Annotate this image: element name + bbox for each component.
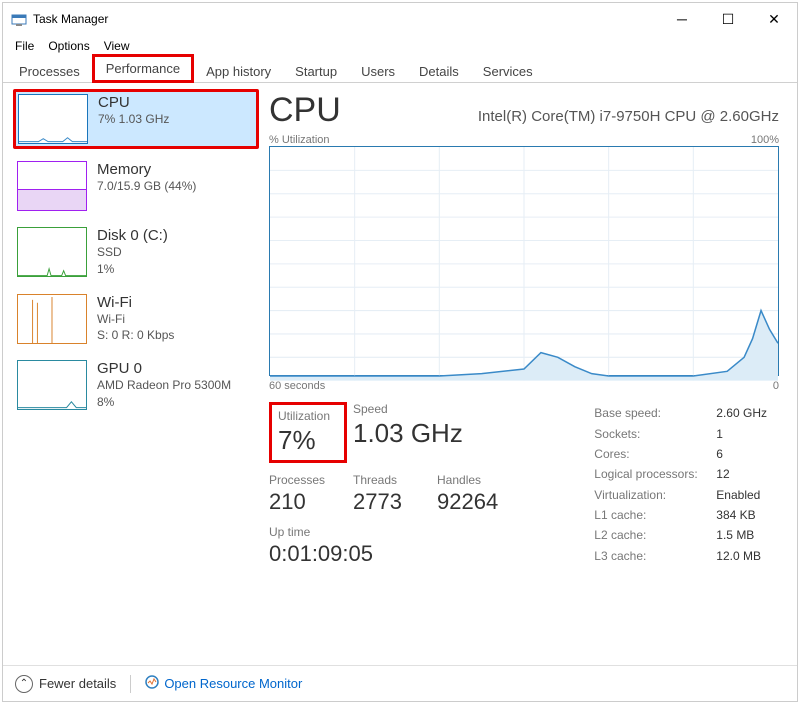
window-title: Task Manager — [33, 12, 108, 26]
wifi-title: Wi-Fi — [97, 294, 174, 311]
sidebar: CPU 7% 1.03 GHz Memory 7.0/15.9 GB (44%) — [3, 83, 263, 665]
footer: ⌃ Fewer details Open Resource Monitor — [3, 665, 797, 701]
page-title: CPU — [269, 91, 341, 130]
disk-title: Disk 0 (C:) — [97, 227, 168, 244]
memory-title: Memory — [97, 161, 196, 178]
stat-handles: Handles 92264 — [437, 473, 515, 515]
gpu-sub2: 8% — [97, 394, 231, 411]
app-icon — [11, 11, 27, 27]
wifi-sub1: Wi-Fi — [97, 311, 174, 328]
main-panel: CPU Intel(R) Core(TM) i7-9750H CPU @ 2.6… — [263, 83, 797, 665]
stat-uptime: Up time 0:01:09:05 — [269, 525, 373, 567]
stat-threads: Threads 2773 — [353, 473, 431, 515]
tab-app-history[interactable]: App history — [194, 59, 283, 83]
cpu-thumbnail — [18, 94, 88, 144]
sidebar-item-gpu[interactable]: GPU 0 AMD Radeon Pro 5300M 8% — [13, 356, 259, 415]
tab-users[interactable]: Users — [349, 59, 407, 83]
tab-services[interactable]: Services — [471, 59, 545, 83]
sidebar-item-disk[interactable]: Disk 0 (C:) SSD 1% — [13, 223, 259, 282]
gpu-title: GPU 0 — [97, 360, 231, 377]
stat-utilization: Utilization 7% — [269, 402, 347, 463]
minimize-button[interactable]: ─ — [659, 3, 705, 35]
sidebar-item-cpu[interactable]: CPU 7% 1.03 GHz — [13, 89, 259, 149]
tab-startup[interactable]: Startup — [283, 59, 349, 83]
sidebar-item-memory[interactable]: Memory 7.0/15.9 GB (44%) — [13, 157, 259, 215]
memory-thumbnail — [17, 161, 87, 211]
titlebar: Task Manager ─ ☐ ✕ — [3, 3, 797, 35]
close-button[interactable]: ✕ — [751, 3, 797, 35]
graph-y-max: 100% — [751, 134, 779, 146]
cpu-info-table: Base speed:2.60 GHz Sockets:1 Cores:6 Lo… — [592, 402, 779, 567]
gpu-thumbnail — [17, 360, 87, 410]
maximize-button[interactable]: ☐ — [705, 3, 751, 35]
divider — [130, 675, 131, 693]
tab-bar: Processes Performance App history Startu… — [3, 57, 797, 83]
task-manager-window: Task Manager ─ ☐ ✕ File Options View Pro… — [2, 2, 798, 702]
memory-sub: 7.0/15.9 GB (44%) — [97, 178, 196, 195]
chevron-up-icon: ⌃ — [15, 675, 33, 693]
cpu-sub: 7% 1.03 GHz — [98, 111, 169, 128]
fewer-details-button[interactable]: ⌃ Fewer details — [15, 675, 116, 693]
cpu-utilization-graph — [269, 146, 779, 376]
stat-speed: Speed 1.03 GHz — [353, 402, 463, 463]
sidebar-item-wifi[interactable]: Wi-Fi Wi-Fi S: 0 R: 0 Kbps — [13, 290, 259, 349]
disk-sub2: 1% — [97, 261, 168, 278]
gpu-sub1: AMD Radeon Pro 5300M — [97, 377, 231, 394]
disk-sub1: SSD — [97, 244, 168, 261]
graph-x-left: 60 seconds — [269, 380, 325, 392]
cpu-model-name: Intel(R) Core(TM) i7-9750H CPU @ 2.60GHz — [478, 108, 779, 125]
wifi-sub2: S: 0 R: 0 Kbps — [97, 327, 174, 344]
open-resource-monitor-link[interactable]: Open Resource Monitor — [145, 675, 302, 692]
cpu-title: CPU — [98, 94, 169, 111]
disk-thumbnail — [17, 227, 87, 277]
menu-file[interactable]: File — [9, 37, 40, 55]
tab-details[interactable]: Details — [407, 59, 471, 83]
graph-x-right: 0 — [773, 380, 779, 392]
resource-monitor-icon — [145, 675, 159, 692]
menu-options[interactable]: Options — [42, 37, 95, 55]
content-area: CPU 7% 1.03 GHz Memory 7.0/15.9 GB (44%) — [3, 83, 797, 665]
menu-view[interactable]: View — [98, 37, 136, 55]
stat-processes: Processes 210 — [269, 473, 347, 515]
tab-performance[interactable]: Performance — [92, 54, 194, 83]
wifi-thumbnail — [17, 294, 87, 344]
graph-y-label: % Utilization — [269, 134, 330, 146]
tab-processes[interactable]: Processes — [7, 59, 92, 83]
